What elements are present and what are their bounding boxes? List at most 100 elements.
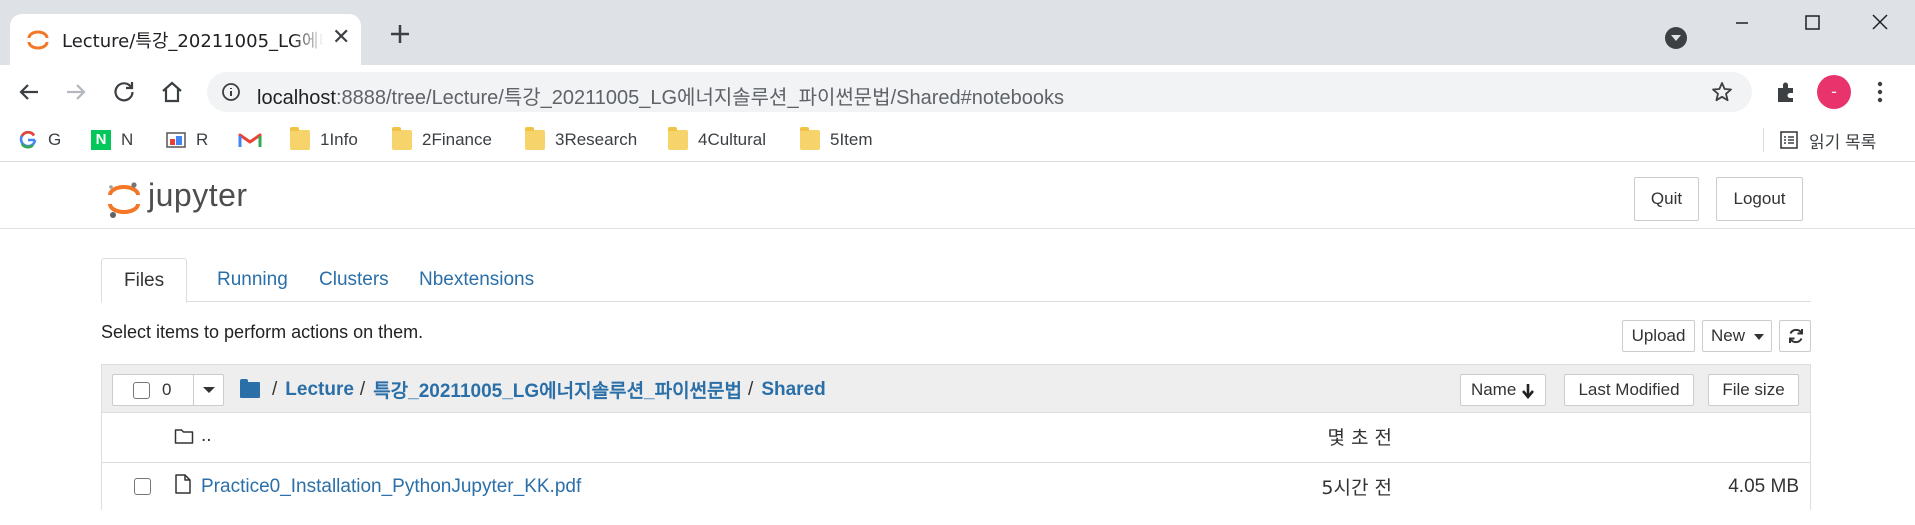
bookmark-star-icon[interactable]: [1710, 80, 1734, 104]
browser-toolbar: localhost:8888/tree/Lecture/특강_20211005_…: [0, 65, 1915, 118]
bookmarks-bar: G N N R 1Info 2Finance 3Research 4Cultur…: [0, 118, 1915, 162]
google-icon: [19, 130, 37, 149]
bookmark-label: N: [121, 130, 134, 149]
select-all-box[interactable]: 0: [112, 374, 224, 406]
bookmark-label: G: [48, 130, 62, 149]
selection-hint: Select items to perform actions on them.: [101, 322, 424, 342]
list-item[interactable]: Practice0_Installation_PythonJupyter_KK.…: [102, 462, 1810, 510]
jupyter-header: jupyter Quit Logout: [0, 163, 1915, 229]
bookmarks-separator: [1763, 128, 1764, 152]
bookmark-label: 2Finance: [422, 130, 492, 149]
tab-nbextensions[interactable]: Nbextensions: [397, 258, 556, 303]
breadcrumb-separator: /: [272, 378, 278, 400]
bookmark-label: 5Item: [830, 130, 873, 149]
select-all-checkbox[interactable]: [133, 382, 150, 399]
tab-search-icon[interactable]: [1665, 27, 1687, 49]
logout-button[interactable]: Logout: [1716, 177, 1803, 221]
breadcrumb-lecture[interactable]: Lecture: [285, 379, 354, 401]
upload-button[interactable]: Upload: [1622, 320, 1695, 352]
bookmark-folder-4cultural[interactable]: 4Cultural: [668, 127, 766, 153]
tab-clusters[interactable]: Clusters: [297, 258, 411, 303]
jupyter-favicon-icon: [27, 30, 49, 50]
quit-button[interactable]: Quit: [1634, 177, 1699, 221]
parent-folder-link[interactable]: ..: [201, 425, 212, 447]
bookmark-folder-1info[interactable]: 1Info: [290, 127, 358, 153]
item-checkbox[interactable]: [134, 478, 151, 495]
forward-icon[interactable]: [61, 77, 91, 107]
browser-tabstrip: Lecture/특강_20211005_LG에너지솔루션_파이썬문법/Share…: [0, 0, 1915, 65]
reading-list-icon: [1780, 131, 1798, 149]
extensions-icon[interactable]: [1773, 79, 1799, 105]
tab-files[interactable]: Files: [101, 258, 188, 303]
tab-close-icon[interactable]: ✕: [332, 26, 350, 50]
gmail-icon: [238, 133, 262, 147]
bookmark-naver[interactable]: N N: [91, 127, 133, 153]
new-dropdown-button[interactable]: New: [1702, 320, 1772, 352]
bookmark-folder-2finance[interactable]: 2Finance: [392, 127, 492, 153]
breadcrumb-course[interactable]: 특강_20211005_LG에너지솔루션_파이썬문법: [373, 376, 742, 403]
select-dropdown-icon[interactable]: [193, 375, 224, 405]
bookmark-label: 3Research: [555, 130, 638, 149]
refresh-button[interactable]: [1779, 320, 1811, 352]
jupyter-logo-text: jupyter: [148, 177, 248, 213]
folder-icon: [290, 127, 310, 150]
selected-count: 0: [162, 380, 172, 399]
close-window-icon[interactable]: [1857, 10, 1903, 40]
item-size: 4.05 MB: [1728, 476, 1799, 497]
root-folder-icon[interactable]: [240, 378, 260, 398]
reading-list-label: 읽기 목록: [1809, 132, 1877, 152]
bookmark-folder-3research[interactable]: 3Research: [525, 127, 637, 153]
folder-icon: [668, 127, 688, 150]
bookmark-site-icon: [166, 132, 186, 148]
breadcrumb-separator: /: [359, 378, 366, 400]
breadcrumb-separator: /: [748, 378, 754, 400]
file-listing: 0 / Lecture / 특강_20211005_LG에너지솔루션_파이썬문법…: [101, 364, 1811, 510]
bookmark-gmail[interactable]: [238, 127, 272, 153]
maximize-icon[interactable]: [1789, 10, 1835, 40]
bookmark-folder-5item[interactable]: 5Item: [800, 127, 873, 153]
home-icon[interactable]: [157, 77, 187, 107]
tab-title: Lecture/특강_20211005_LG에너지솔루션_파이썬문법/Share…: [62, 31, 324, 52]
new-tab-icon[interactable]: [386, 20, 414, 48]
browser-menu-icon[interactable]: [1870, 79, 1890, 105]
sort-file-size-button[interactable]: File size: [1708, 374, 1799, 406]
sort-name-label: Name: [1470, 380, 1517, 399]
folder-icon: [392, 127, 412, 150]
bookmark-r[interactable]: R: [166, 127, 208, 153]
bookmark-label: R: [196, 130, 209, 149]
arrow-down-icon: [1522, 383, 1535, 399]
item-modified: 5시간 전: [1321, 477, 1392, 499]
folder-icon: [800, 127, 820, 150]
address-bar[interactable]: localhost:8888/tree/Lecture/특강_20211005_…: [207, 72, 1752, 112]
jupyter-logo-icon: [108, 182, 140, 218]
minimize-icon[interactable]: [1719, 10, 1765, 40]
site-info-icon[interactable]: [221, 82, 241, 102]
sort-name-button[interactable]: Name: [1460, 374, 1546, 406]
refresh-icon: [1789, 328, 1803, 344]
file-link[interactable]: Practice0_Installation_PythonJupyter_KK.…: [201, 476, 581, 498]
url-host: localhost: [257, 87, 336, 109]
naver-icon: N: [91, 130, 111, 150]
jupyter-logo[interactable]: jupyter: [104, 175, 274, 219]
bookmark-label: 4Cultural: [698, 130, 767, 149]
caret-down-icon: [1753, 333, 1764, 340]
back-icon[interactable]: [14, 77, 44, 107]
url-path: :8888/tree/Lecture/특강_20211005_LG에너지솔루션_…: [335, 87, 1065, 109]
tab-running[interactable]: Running: [195, 258, 310, 303]
listing-header: 0 / Lecture / 특강_20211005_LG에너지솔루션_파이썬문법…: [102, 365, 1810, 413]
reload-icon[interactable]: [109, 77, 139, 107]
file-icon: [175, 474, 191, 494]
sort-last-modified-button[interactable]: Last Modified: [1564, 374, 1694, 406]
list-item[interactable]: .. 몇 초 전: [102, 413, 1810, 461]
breadcrumb-shared[interactable]: Shared: [761, 379, 825, 401]
folder-icon: [525, 127, 545, 150]
breadcrumb: / Lecture / 특강_20211005_LG에너지솔루션_파이썬문법 /…: [240, 376, 826, 403]
bookmark-google[interactable]: G: [18, 127, 61, 153]
browser-tab[interactable]: Lecture/특강_20211005_LG에너지솔루션_파이썬문법/Share…: [10, 14, 361, 65]
url-text[interactable]: localhost:8888/tree/Lecture/특강_20211005_…: [257, 81, 1064, 110]
new-label: New: [1711, 326, 1746, 345]
bookmark-label: 1Info: [320, 130, 358, 149]
reading-list[interactable]: 읽기 목록: [1779, 127, 1876, 153]
jupyter-tabs: Files Running Clusters Nbextensions: [101, 258, 1811, 303]
profile-avatar[interactable]: -: [1817, 75, 1851, 109]
